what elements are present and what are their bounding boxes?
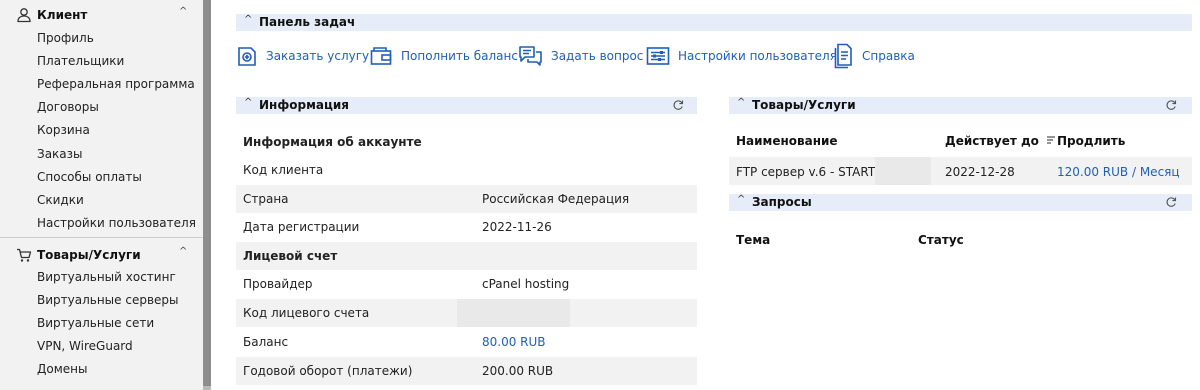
user-settings-label: Настройки пользователя: [678, 49, 837, 63]
sidebar-item-payment-methods[interactable]: Способы оплаты: [37, 170, 142, 184]
sidebar: Клиент ^ Профиль Плательщики Реферальная…: [0, 0, 203, 390]
info-key: Код лицевого счета: [243, 306, 370, 320]
sidebar-section-client[interactable]: Клиент ^: [0, 4, 203, 26]
requests-column-topic[interactable]: Тема: [736, 233, 770, 247]
goods-column-valid-until[interactable]: Действует до: [945, 134, 1056, 148]
ask-question-label: Задать вопрос: [551, 49, 644, 63]
sidebar-item-payers[interactable]: Плательщики: [37, 54, 124, 68]
info-key: Провайдер: [243, 277, 313, 291]
sidebar-item-profile[interactable]: Профиль: [37, 31, 94, 45]
info-key: Код клиента: [243, 163, 324, 177]
info-row-personal-account: Лицевой счет: [236, 242, 697, 270]
user-icon: [17, 8, 31, 23]
sidebar-item-cart[interactable]: Корзина: [37, 123, 90, 137]
sidebar-scrollbar-thumb[interactable]: [203, 0, 211, 386]
info-key: Дата регистрации: [243, 220, 360, 234]
info-key: Годовой оборот (платежи): [243, 364, 413, 378]
info-value: 2022-11-26: [482, 220, 552, 234]
chevron-up-icon[interactable]: ^: [244, 14, 252, 25]
refresh-icon[interactable]: [672, 99, 684, 111]
sidebar-section-goods[interactable]: Товары/Услуги ^: [0, 244, 203, 266]
balance-link[interactable]: 80.00 RUB: [482, 335, 546, 349]
chevron-up-icon[interactable]: ^: [737, 194, 745, 205]
goods-column-valid-until-label: Действует до: [945, 134, 1039, 148]
goods-panel-header[interactable]: ^ Товары/Услуги: [729, 97, 1192, 114]
goods-item-valid-until: 2022-12-28: [945, 165, 1015, 179]
info-key: Страна: [243, 192, 289, 206]
info-key: Информация об аккаунте: [243, 135, 422, 149]
sidebar-section-goods-label: Товары/Услуги: [37, 248, 141, 262]
info-row-account: Информация об аккаунте: [236, 128, 697, 156]
info-panel-header[interactable]: ^ Информация: [236, 97, 697, 114]
refresh-icon[interactable]: [1165, 99, 1177, 111]
info-row-provider: Провайдер cPanel hosting: [236, 270, 697, 298]
order-service-button[interactable]: Заказать услугу: [236, 43, 369, 69]
renew-link[interactable]: 120.00 RUB / Месяц: [1057, 165, 1180, 179]
info-value: Российская Федерация: [482, 192, 630, 206]
ask-question-button[interactable]: Задать вопрос: [518, 43, 643, 69]
sidebar-scrollbar[interactable]: [203, 0, 211, 390]
sidebar-item-virtual-networks[interactable]: Виртуальные сети: [37, 316, 154, 330]
top-up-balance-label: Пополнить баланс: [401, 49, 518, 63]
help-document-icon: [834, 43, 852, 69]
order-service-label: Заказать услугу: [266, 49, 370, 63]
sidebar-item-domains[interactable]: Домены: [37, 362, 87, 376]
sidebar-section-client-label: Клиент: [37, 8, 88, 22]
sidebar-item-referral[interactable]: Реферальная программа: [37, 77, 195, 91]
info-row-country: Страна Российская Федерация: [236, 185, 697, 213]
chevron-up-icon[interactable]: ^: [737, 97, 745, 108]
sidebar-divider: [0, 237, 203, 238]
info-key: Баланс: [243, 335, 289, 349]
sidebar-item-user-settings[interactable]: Настройки пользователя: [37, 216, 196, 230]
taskbar-title: Панель задач: [259, 15, 356, 29]
wallet-icon: [370, 47, 392, 65]
redacted-value: [875, 157, 931, 185]
top-up-balance-button[interactable]: Пополнить баланс: [370, 43, 518, 69]
info-value: cPanel hosting: [482, 277, 570, 291]
goods-panel-title: Товары/Услуги: [752, 98, 856, 112]
requests-panel-header[interactable]: ^ Запросы: [729, 194, 1192, 211]
sort-icon[interactable]: [1046, 135, 1056, 145]
sidebar-item-virtual-hosting[interactable]: Виртуальный хостинг: [37, 270, 176, 284]
goods-column-renew[interactable]: Продлить: [1057, 134, 1125, 148]
info-row-client-code: Код клиента: [236, 156, 697, 184]
info-value: 200.00 RUB: [482, 364, 554, 378]
info-key: Лицевой счет: [243, 249, 338, 263]
sidebar-item-contracts[interactable]: Договоры: [37, 100, 99, 114]
sidebar-item-vpn[interactable]: VPN, WireGuard: [37, 339, 133, 353]
cart-icon: [17, 248, 32, 262]
requests-panel-title: Запросы: [752, 195, 812, 209]
settings-sliders-icon: [646, 47, 670, 65]
help-label: Справка: [862, 49, 915, 63]
redacted-value: [457, 299, 570, 327]
table-row[interactable]: FTP сервер v.6 - START #28 2022-12-28 12…: [729, 157, 1192, 185]
sidebar-item-discounts[interactable]: Скидки: [37, 193, 84, 207]
help-button[interactable]: Справка: [834, 43, 915, 69]
info-row-account-code: Код лицевого счета: [236, 299, 697, 327]
chevron-up-icon[interactable]: ^: [244, 97, 252, 108]
sidebar-item-orders[interactable]: Заказы: [37, 147, 83, 161]
order-service-icon: [238, 47, 256, 66]
info-row-balance: Баланс 80.00 RUB: [236, 328, 697, 356]
chat-icon: [519, 46, 542, 66]
goods-column-name[interactable]: Наименование: [736, 134, 838, 148]
refresh-icon[interactable]: [1165, 196, 1177, 208]
user-settings-button[interactable]: Настройки пользователя: [646, 43, 837, 69]
info-row-annual-turnover: Годовой оборот (платежи) 200.00 RUB: [236, 357, 697, 385]
chevron-up-icon[interactable]: ^: [179, 6, 187, 17]
requests-column-status[interactable]: Статус: [918, 233, 964, 247]
info-row-registration-date: Дата регистрации 2022-11-26: [236, 213, 697, 241]
chevron-up-icon[interactable]: ^: [179, 246, 187, 257]
sidebar-item-virtual-servers[interactable]: Виртуальные серверы: [37, 293, 179, 307]
info-panel-title: Информация: [259, 98, 349, 112]
taskbar-header[interactable]: ^ Панель задач: [236, 14, 1192, 31]
